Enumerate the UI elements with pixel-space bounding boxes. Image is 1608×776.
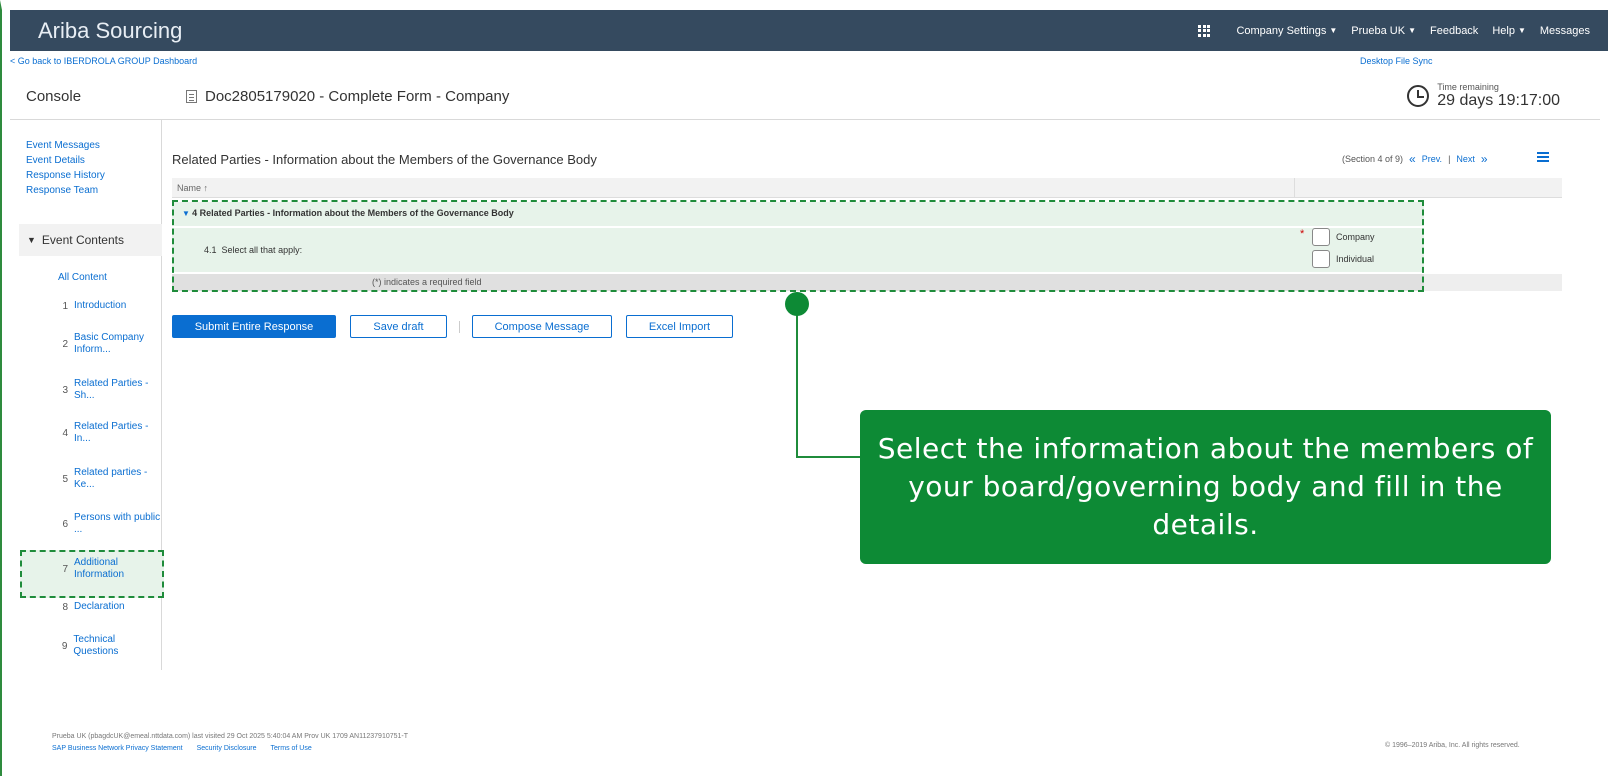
all-content-link[interactable]: All Content (58, 272, 107, 283)
sidebar-item-declaration[interactable]: 8 Declaration (10, 601, 162, 613)
event-messages-link[interactable]: Event Messages (26, 138, 105, 153)
chevron-down-icon: ▼ (1329, 26, 1338, 35)
triangle-down-icon: ▼ (27, 235, 36, 245)
sidebar-item-technical-questions[interactable]: 9 Technical Questions (10, 634, 162, 658)
event-details-link[interactable]: Event Details (26, 153, 105, 168)
time-remaining-label: Time remaining (1437, 82, 1499, 92)
section-title: Related Parties - Information about the … (172, 152, 597, 167)
footer: Prueba UK (pbagdcUK@emeal.nttdata.com) l… (52, 731, 408, 755)
chevron-down-icon: ▼ (1408, 26, 1416, 35)
question-row: 4.1 Select all that apply: * Company Ind… (172, 228, 1424, 272)
callout-connector (796, 456, 862, 458)
desktop-file-sync-link[interactable]: Desktop File Sync (1360, 56, 1433, 66)
console-title: Console (26, 88, 82, 105)
save-draft-button[interactable]: Save draft (350, 315, 447, 338)
required-marker: * (1300, 228, 1305, 240)
instruction-callout: Select the information about the members… (860, 410, 1551, 564)
question-text: 4.1 Select all that apply: (204, 245, 303, 255)
next-link[interactable]: Next (1456, 154, 1475, 164)
excel-import-button[interactable]: Excel Import (626, 315, 733, 338)
clock-icon (1407, 85, 1430, 107)
copyright: © 1996–2019 Ariba, Inc. All rights reser… (1385, 742, 1520, 749)
help-menu[interactable]: Help ▼ (1492, 25, 1526, 37)
triangle-down-icon: ▼ (182, 209, 193, 218)
prev-link[interactable]: Prev. (1422, 154, 1442, 164)
terms-of-use-link[interactable]: Terms of Use (271, 743, 312, 755)
time-remaining: Time remaining 29 days 19:17:00 (1407, 82, 1560, 110)
go-back-link[interactable]: < Go back to IBERDROLA GROUP Dashboard (10, 56, 197, 66)
messages-link[interactable]: Messages (1540, 25, 1590, 37)
response-history-link[interactable]: Response History (26, 168, 105, 183)
section-nav: (Section 4 of 9) « Prev. | Next » (1342, 152, 1488, 166)
time-remaining-value: 29 days 19:17:00 (1437, 92, 1560, 109)
callout-anchor-dot (785, 292, 809, 316)
chevron-down-icon: ▼ (1517, 26, 1526, 35)
company-checkbox[interactable] (1312, 228, 1330, 246)
document-icon (186, 90, 197, 103)
sidebar-item-introduction[interactable]: 1 Introduction (10, 300, 162, 312)
required-note-row-ext (1424, 274, 1562, 291)
section-count: (Section 4 of 9) (1342, 154, 1404, 164)
table-header: Name ↑ (172, 178, 1562, 198)
last-visit-info: Prueba UK (pbagdcUK@emeal.nttdata.com) l… (52, 733, 409, 740)
name-column-header[interactable]: Name ↑ (177, 183, 208, 193)
button-separator (459, 320, 460, 333)
document-title: Doc2805179020 - Complete Form - Company (186, 88, 509, 105)
group-row[interactable]: ▼ 4 Related Parties - Information about … (172, 202, 1424, 226)
footer-links: SAP Business Network Privacy Statement S… (52, 743, 408, 755)
title-row: Console Doc2805179020 - Complete Form - … (10, 76, 1600, 120)
sidebar-item-related-parties-sh[interactable]: 3 Related Parties - Sh... (10, 378, 162, 402)
required-note-row: (*) indicates a required field (172, 274, 1424, 291)
sidebar-item-related-parties-in[interactable]: 4 Related Parties - In... (10, 421, 162, 445)
user-menu[interactable]: Prueba UK ▼ (1351, 25, 1416, 37)
security-disclosure-link[interactable]: Security Disclosure (197, 743, 257, 755)
double-chevron-left-icon[interactable]: « (1409, 152, 1416, 166)
sidebar-links: Event Messages Event Details Response Hi… (26, 138, 105, 198)
submit-entire-response-button[interactable]: Submit Entire Response (172, 315, 336, 338)
option-company[interactable]: * Company (1300, 228, 1375, 246)
required-note: (*) indicates a required field (372, 277, 482, 287)
compose-message-button[interactable]: Compose Message (472, 315, 612, 338)
sidebar-item-persons-public[interactable]: 6 Persons with public ... (10, 512, 162, 536)
sidebar-item-related-parties-ke[interactable]: 5 Related parties - Ke... (10, 467, 162, 491)
response-team-link[interactable]: Response Team (26, 183, 105, 198)
event-contents-toggle[interactable]: ▼ Event Contents (19, 224, 162, 256)
feedback-link[interactable]: Feedback (1430, 25, 1478, 37)
column-divider (1294, 178, 1295, 198)
top-bar: Ariba Sourcing Company Settings ▼ Prueba … (10, 10, 1608, 51)
table-options-icon[interactable] (1537, 152, 1549, 162)
callout-connector (796, 303, 798, 457)
top-nav: Company Settings ▼ Prueba UK ▼ Feedback He… (1198, 10, 1590, 51)
action-buttons: Submit Entire Response Save draft Compos… (172, 315, 733, 338)
double-chevron-right-icon[interactable]: » (1481, 152, 1488, 166)
brand-logo: Ariba Sourcing (38, 18, 183, 43)
option-individual[interactable]: Individual (1312, 250, 1374, 268)
company-settings-menu[interactable]: Company Settings ▼ (1236, 25, 1337, 37)
sidebar: Event Messages Event Details Response Hi… (10, 120, 164, 670)
sidebar-item-additional-info[interactable]: 7 Additional Information (10, 557, 162, 581)
sidebar-item-basic-company[interactable]: 2 Basic Company Inform... (10, 332, 162, 356)
individual-checkbox[interactable] (1312, 250, 1330, 268)
app-grid-icon[interactable] (1198, 24, 1211, 37)
nav-divider: | (1448, 154, 1451, 164)
privacy-statement-link[interactable]: SAP Business Network Privacy Statement (52, 743, 183, 755)
